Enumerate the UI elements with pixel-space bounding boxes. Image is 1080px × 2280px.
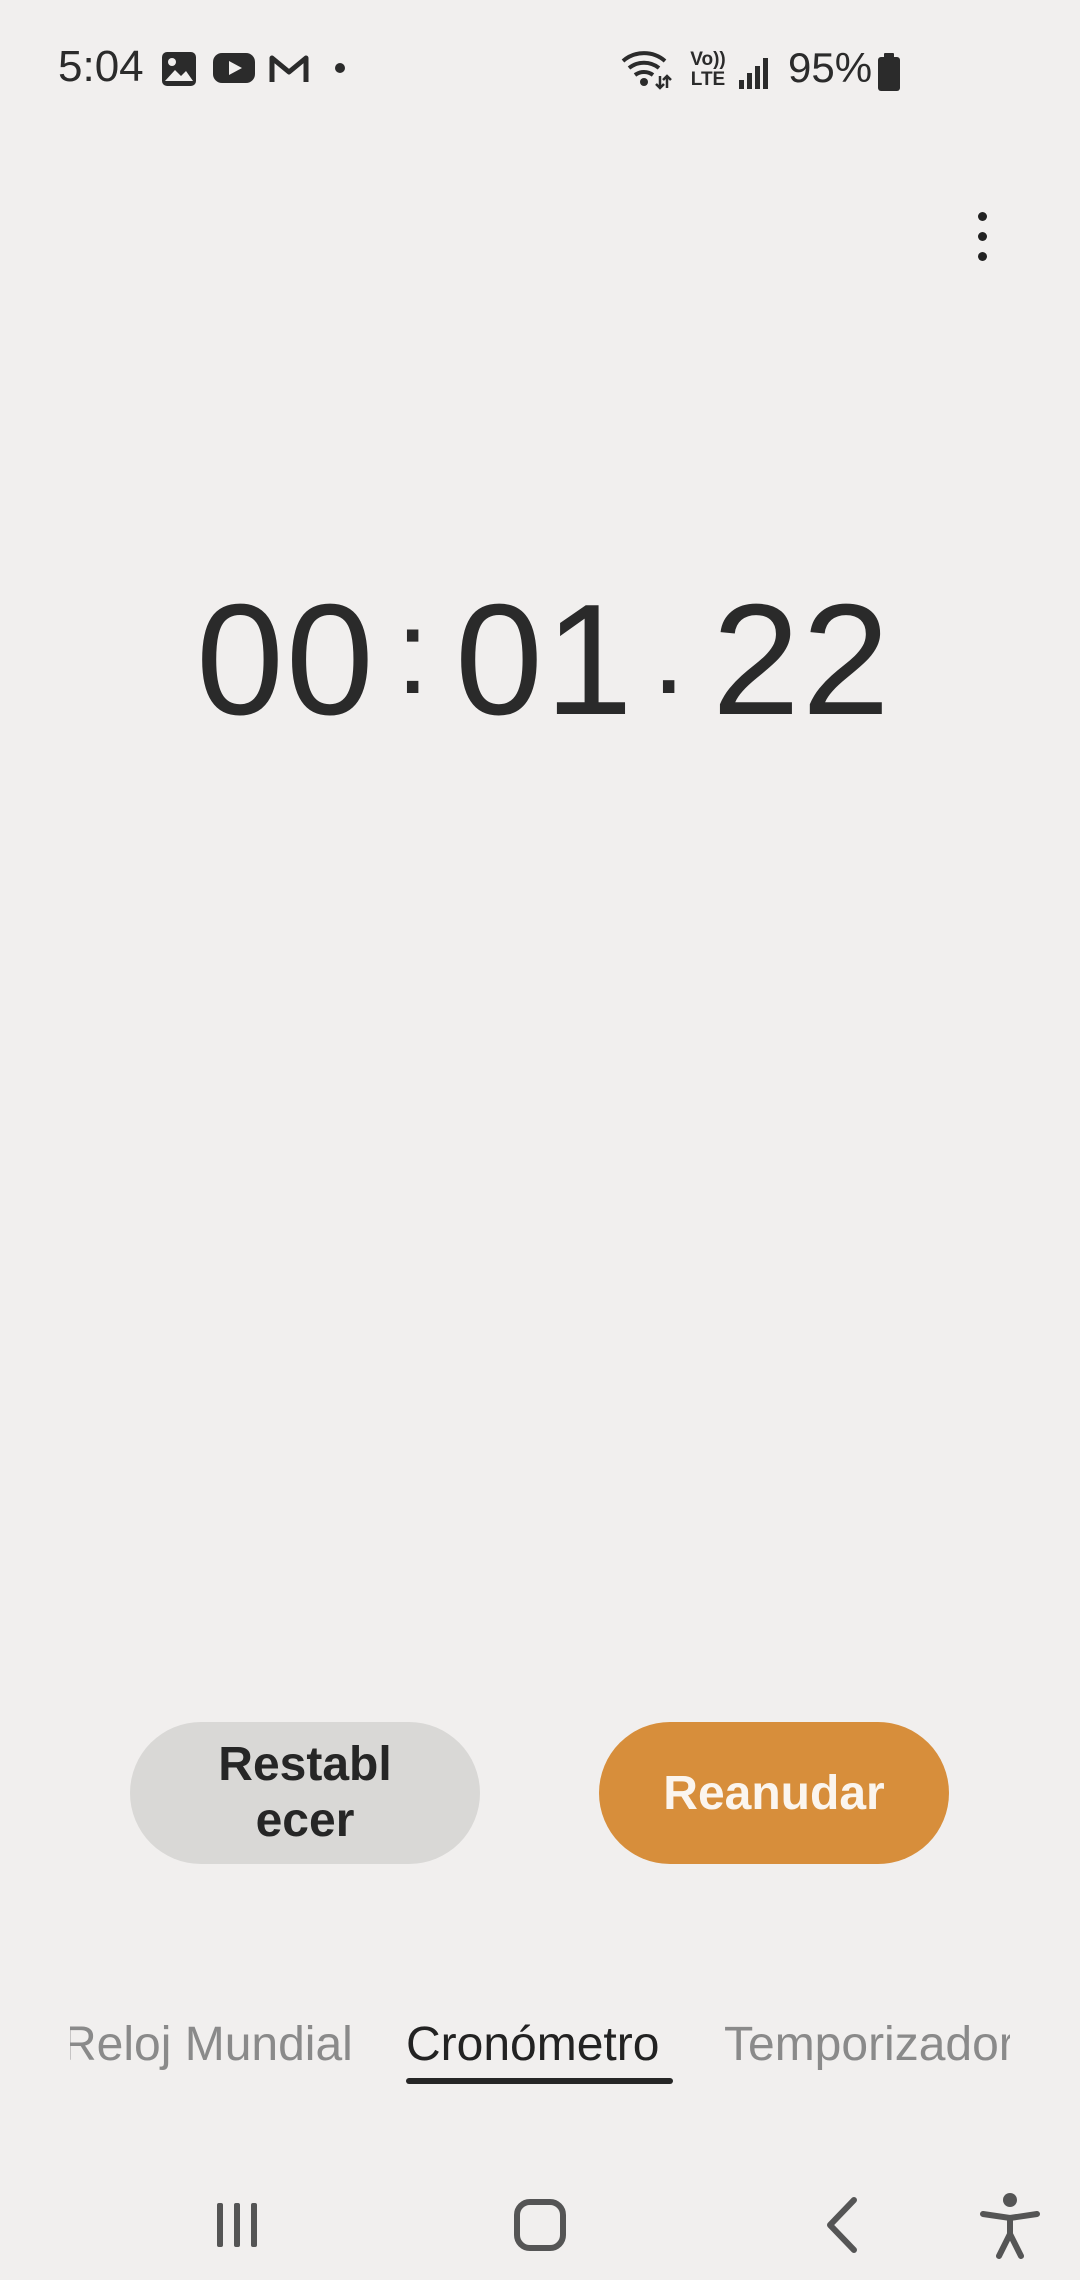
reset-button-label: Restablecer xyxy=(218,1738,392,1847)
home-icon[interactable] xyxy=(495,2180,585,2270)
tab-timer[interactable]: Temporizador xyxy=(724,2010,1010,2080)
back-icon[interactable] xyxy=(798,2180,888,2270)
wifi-icon xyxy=(621,51,672,90)
gallery-icon xyxy=(162,52,196,86)
stopwatch-separator-dot: . xyxy=(652,585,686,719)
reset-button[interactable]: Restablecer xyxy=(130,1722,480,1864)
stopwatch-seconds: 01 xyxy=(455,572,635,748)
battery-icon xyxy=(878,53,900,91)
signal-icon xyxy=(739,58,768,89)
accessibility-icon[interactable] xyxy=(965,2180,1055,2270)
navigation-bar xyxy=(0,2160,1080,2280)
battery-percent: 95% xyxy=(788,44,873,91)
tab-world-clock[interactable]: Reloj Mundial xyxy=(70,2010,353,2080)
stopwatch-minutes: 00 xyxy=(196,572,376,748)
status-time: 5:04 xyxy=(58,42,144,91)
youtube-icon xyxy=(213,53,255,83)
volte-icon: Vo)) LTE xyxy=(690,49,726,90)
recent-apps-icon[interactable] xyxy=(192,2180,282,2270)
stopwatch-centiseconds: 22 xyxy=(712,572,892,748)
status-bar: 5:04 Vo)) LTE 95% xyxy=(0,0,1080,140)
notification-dot-icon xyxy=(335,63,345,73)
stopwatch-display: 00 : 01 . 22 xyxy=(0,570,1080,750)
tab-bar: Reloj Mundial Cronómetro Temporizador xyxy=(70,2010,1010,2100)
resume-button[interactable]: Reanudar xyxy=(599,1722,949,1864)
resume-button-label: Reanudar xyxy=(663,1766,885,1820)
gmail-icon xyxy=(269,55,309,82)
tab-stopwatch[interactable]: Cronómetro xyxy=(406,2010,659,2080)
stopwatch-separator-colon: : xyxy=(396,585,430,719)
more-options-icon[interactable] xyxy=(952,200,1012,280)
active-tab-indicator xyxy=(406,2078,673,2084)
